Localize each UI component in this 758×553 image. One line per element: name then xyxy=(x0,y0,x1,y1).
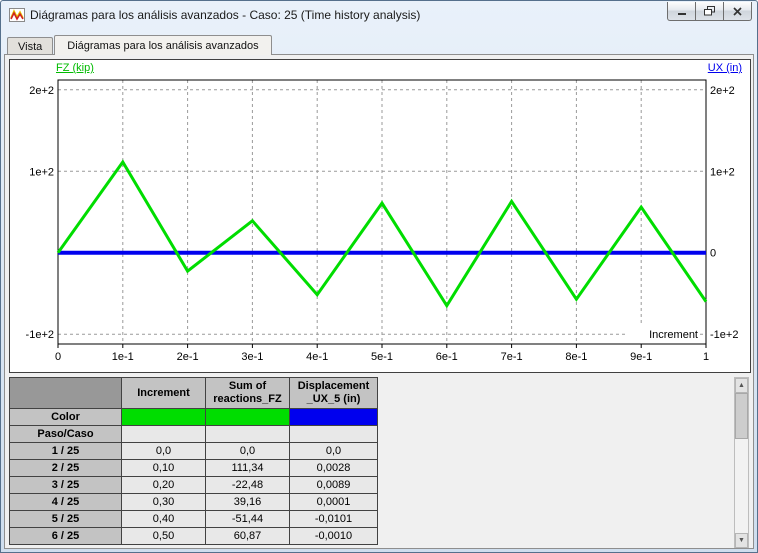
col-header-increment: Increment xyxy=(121,377,206,409)
right-axis-title: UX (in) xyxy=(707,62,742,74)
close-icon xyxy=(733,6,742,16)
right-tick-label: 1e+2 xyxy=(710,166,735,178)
chart-panel: FZ (kip) UX (in) 0 1e-1 2e-1 3e-1 4e-1 5e-1 6e… xyxy=(9,59,751,373)
x-tick-label: 2e-1 xyxy=(177,351,199,363)
col-header-displacement-ux: Displacement _UX_5 (in) xyxy=(289,377,378,409)
x-axis-label: Increment xyxy=(649,329,698,341)
color-swatch-increment xyxy=(121,408,206,426)
tab-diagramas-label: Diágramas para los análisis avanzados xyxy=(67,40,259,52)
table-cell[interactable]: 0,20 xyxy=(121,476,206,494)
x-tick-label: 3e-1 xyxy=(241,351,263,363)
table-cell[interactable]: 39,16 xyxy=(205,493,290,511)
x-tick-label: 1 xyxy=(703,351,709,363)
row-header-step: 2 / 25 xyxy=(9,459,122,477)
table-cell[interactable] xyxy=(121,425,206,443)
corner-cell xyxy=(9,377,122,409)
window-title: Diágramas para los análisis avanzados - … xyxy=(30,7,421,22)
close-button[interactable] xyxy=(723,2,752,21)
left-axis-title: FZ (kip) xyxy=(56,62,94,74)
table-scrollbar[interactable]: ▲ ▼ xyxy=(734,377,749,548)
table-cell[interactable]: -0,0101 xyxy=(289,510,378,528)
right-tick-label: 0 xyxy=(710,248,716,260)
color-row: Color xyxy=(9,408,378,426)
table-cell[interactable]: 0,0001 xyxy=(289,493,378,511)
table-cell[interactable]: -22,48 xyxy=(205,476,290,494)
table-cell[interactable] xyxy=(289,425,378,443)
table-cell[interactable]: -51,44 xyxy=(205,510,290,528)
tab-vista-label: Vista xyxy=(18,41,43,53)
color-swatch-fz xyxy=(205,408,290,426)
left-tick-label: -1e+2 xyxy=(26,329,54,341)
left-tick-label: 1e+2 xyxy=(29,166,54,178)
tab-vista[interactable]: Vista xyxy=(7,37,54,55)
table-header-row: Increment Sum of reactions_FZ Displaceme… xyxy=(9,377,378,409)
row-header-step: 4 / 25 xyxy=(9,493,122,511)
right-tick-label: 2e+2 xyxy=(710,85,735,97)
color-swatch-ux xyxy=(289,408,378,426)
tab-page: FZ (kip) UX (in) 0 1e-1 2e-1 3e-1 4e-1 5e-1 6e… xyxy=(4,54,754,549)
tab-diagramas[interactable]: Diágramas para los análisis avanzados xyxy=(54,35,272,55)
table-row: 5 / 25 0,40 -51,44 -0,0101 xyxy=(9,510,378,528)
minimize-button[interactable] xyxy=(667,2,696,21)
table-cell[interactable]: 0,0 xyxy=(121,442,206,460)
row-header-step: 6 / 25 xyxy=(9,527,122,545)
table-cell[interactable]: 60,87 xyxy=(205,527,290,545)
left-tick-label: 2e+2 xyxy=(29,85,54,97)
row-header-step: 5 / 25 xyxy=(9,510,122,528)
table-row: 4 / 25 0,30 39,16 0,0001 xyxy=(9,493,378,511)
restore-icon xyxy=(704,6,715,16)
table-cell[interactable]: 0,10 xyxy=(121,459,206,477)
app-icon xyxy=(9,7,25,23)
scrollbar-thumb[interactable] xyxy=(735,393,748,439)
minimize-icon xyxy=(677,12,686,15)
app-window: Diágramas para los análisis avanzados - … xyxy=(0,0,758,553)
x-tick-label: 4e-1 xyxy=(306,351,328,363)
x-tick-label: 6e-1 xyxy=(436,351,458,363)
x-tick-label: 7e-1 xyxy=(501,351,523,363)
time-history-chart: 0 1e-1 2e-1 3e-1 4e-1 5e-1 6e-1 7e-1 8e-1 9e-1 1 2e… xyxy=(26,79,738,363)
table-cell[interactable]: 0,0 xyxy=(289,442,378,460)
table-cell[interactable]: -0,0010 xyxy=(289,527,378,545)
table-cell[interactable]: 0,40 xyxy=(121,510,206,528)
row-header-step: 1 / 25 xyxy=(9,442,122,460)
row-header-color: Color xyxy=(9,408,122,426)
table-area: Increment Sum of reactions_FZ Displaceme… xyxy=(9,377,749,548)
table-row: 6 / 25 0,50 60,87 -0,0010 xyxy=(9,527,378,545)
table-cell[interactable]: 0,0089 xyxy=(289,476,378,494)
table-row: 1 / 25 0,0 0,0 0,0 xyxy=(9,442,378,460)
table-cell[interactable]: 0,30 xyxy=(121,493,206,511)
results-table: Increment Sum of reactions_FZ Displaceme… xyxy=(9,377,378,545)
tab-bar: Vista Diágramas para los análisis avanza… xyxy=(4,28,754,55)
row-header-step: 3 / 25 xyxy=(9,476,122,494)
maximize-button[interactable] xyxy=(695,2,724,21)
window-controls xyxy=(667,2,752,21)
table-cell[interactable]: 111,34 xyxy=(205,459,290,477)
paso-caso-row: Paso/Caso xyxy=(9,425,378,443)
table-row: 3 / 25 0,20 -22,48 0,0089 xyxy=(9,476,378,494)
x-tick-label: 1e-1 xyxy=(112,351,134,363)
titlebar[interactable]: Diágramas para los análisis avanzados - … xyxy=(4,1,754,28)
x-tick-label: 0 xyxy=(55,351,61,363)
scroll-up-button[interactable]: ▲ xyxy=(735,378,748,393)
table-cell[interactable]: 0,0 xyxy=(205,442,290,460)
table-cell[interactable]: 0,50 xyxy=(121,527,206,545)
x-tick-label: 8e-1 xyxy=(565,351,587,363)
x-tick-label: 9e-1 xyxy=(630,351,652,363)
table-cell[interactable]: 0,0028 xyxy=(289,459,378,477)
table-row: 2 / 25 0,10 111,34 0,0028 xyxy=(9,459,378,477)
col-header-reactions-fz: Sum of reactions_FZ xyxy=(205,377,290,409)
scroll-down-button[interactable]: ▼ xyxy=(735,533,748,548)
x-tick-label: 5e-1 xyxy=(371,351,393,363)
right-tick-label: -1e+2 xyxy=(710,329,738,341)
row-header-paso-caso: Paso/Caso xyxy=(9,425,122,443)
table-cell[interactable] xyxy=(205,425,290,443)
scrollbar-track[interactable] xyxy=(735,393,748,533)
